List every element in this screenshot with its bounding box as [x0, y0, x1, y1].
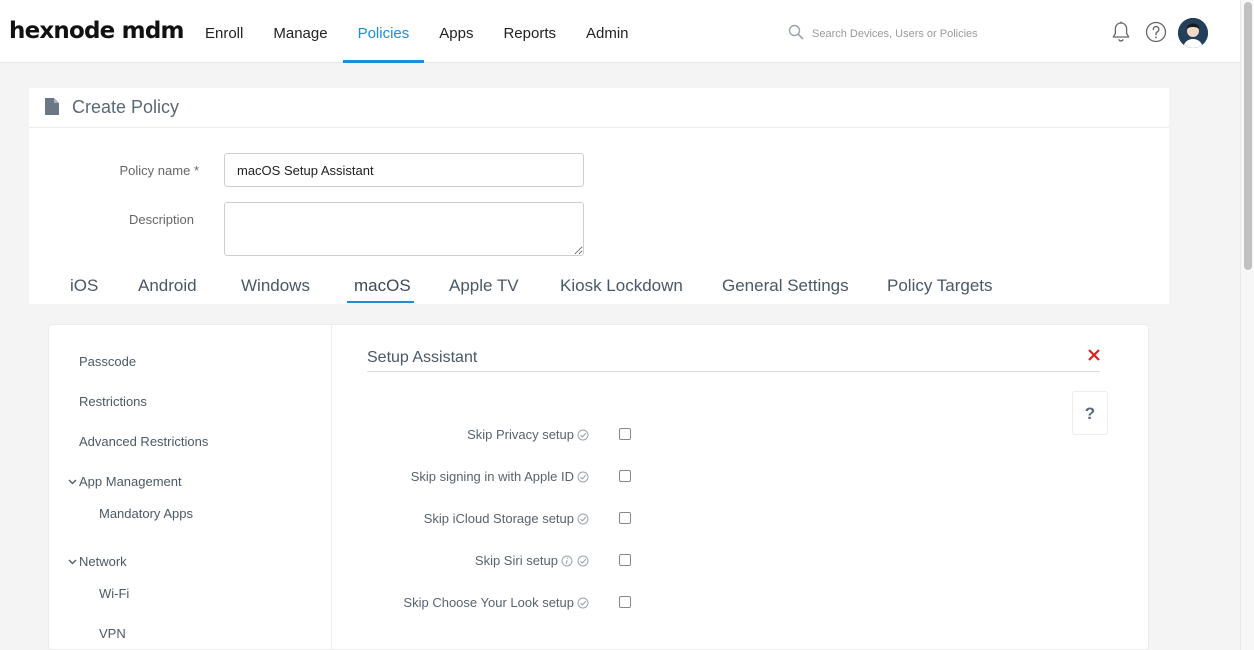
sidebar-item-advanced-restrictions[interactable]: Advanced Restrictions	[79, 434, 208, 449]
page-scrollbar[interactable]	[1240, 0, 1254, 650]
nav-enroll[interactable]: Enroll	[190, 0, 258, 63]
tab-apple-tv[interactable]: Apple TV	[449, 276, 519, 296]
user-avatar-icon[interactable]	[1178, 18, 1208, 48]
option-skip-siri: Skip Siri setup	[329, 552, 669, 572]
page-title: Create Policy	[72, 97, 180, 117]
sidebar-group-network[interactable]: Network	[68, 554, 127, 569]
option-label: Skip signing in with Apple ID	[410, 469, 574, 484]
option-label: Skip Choose Your Look setup	[403, 595, 574, 610]
option-skip-apple-id: Skip signing in with Apple ID	[329, 468, 669, 488]
search-input[interactable]	[812, 24, 1072, 44]
platform-tabs: iOS Android Windows macOS Apple TV Kiosk…	[29, 264, 1169, 304]
tab-android[interactable]: Android	[138, 276, 197, 296]
main-nav: Enroll Manage Policies Apps Reports Admi…	[190, 0, 644, 63]
skip-icloud-storage-checkbox[interactable]	[619, 512, 631, 524]
sidebar-item-passcode[interactable]: Passcode	[79, 354, 136, 369]
settings-panel: Passcode Restrictions Advanced Restricti…	[48, 324, 1149, 650]
nav-apps[interactable]: Apps	[424, 0, 488, 63]
nav-policies[interactable]: Policies	[342, 0, 425, 63]
sidebar-group-app-management[interactable]: App Management	[68, 474, 182, 489]
option-skip-icloud-storage: Skip iCloud Storage setup	[329, 510, 669, 530]
description-label: Description	[128, 212, 194, 227]
tab-general-settings[interactable]: General Settings	[722, 276, 849, 296]
policy-name-label-text: Policy name	[119, 163, 191, 178]
bell-icon[interactable]	[1109, 20, 1133, 44]
help-circle-icon[interactable]	[1144, 20, 1168, 44]
policy-name-input[interactable]	[224, 153, 584, 187]
search-icon	[788, 24, 804, 40]
sidebar-item-mandatory-apps[interactable]: Mandatory Apps	[99, 506, 193, 521]
card-header: Create Policy	[29, 88, 1169, 128]
required-mark: *	[193, 163, 199, 178]
policy-name-label: Policy name *	[29, 163, 200, 178]
tab-policy-targets[interactable]: Policy Targets	[887, 276, 993, 296]
check-circle-icon	[577, 471, 589, 483]
chevron-down-icon	[68, 479, 77, 485]
option-skip-choose-look: Skip Choose Your Look setup	[329, 594, 669, 614]
active-tab-indicator	[347, 301, 414, 303]
skip-siri-checkbox[interactable]	[619, 554, 631, 566]
sidebar-item-wifi[interactable]: Wi-Fi	[99, 586, 129, 601]
nav-manage[interactable]: Manage	[258, 0, 342, 63]
check-circle-icon	[577, 513, 589, 525]
nav-admin[interactable]: Admin	[571, 0, 644, 63]
sidebar-group-label: App Management	[79, 474, 182, 489]
check-circle-icon	[577, 429, 589, 441]
tab-macos[interactable]: macOS	[354, 276, 411, 296]
check-circle-icon	[577, 597, 589, 609]
tab-windows[interactable]: Windows	[241, 276, 310, 296]
skip-privacy-checkbox[interactable]	[619, 428, 631, 440]
section-divider	[367, 371, 1100, 372]
sidebar-item-restrictions[interactable]: Restrictions	[79, 394, 147, 409]
description-textarea[interactable]	[224, 202, 584, 256]
tab-kiosk-lockdown[interactable]: Kiosk Lockdown	[560, 276, 683, 296]
top-navbar: hexnode mdm Enroll Manage Policies Apps …	[0, 0, 1240, 63]
global-search	[786, 22, 1086, 44]
option-label: Skip iCloud Storage setup	[423, 511, 574, 526]
section-title: Setup Assistant	[367, 349, 478, 366]
scrollbar-thumb[interactable]	[1244, 2, 1252, 270]
chevron-down-icon	[68, 559, 77, 565]
help-button[interactable]: ?	[1072, 391, 1108, 435]
hexnode-logo[interactable]: hexnode mdm	[9, 18, 184, 44]
option-label: Skip Siri setup	[474, 553, 558, 568]
skip-choose-look-checkbox[interactable]	[619, 596, 631, 608]
check-circle-icon	[577, 555, 589, 567]
settings-sidebar: Passcode Restrictions Advanced Restricti…	[49, 325, 332, 650]
sidebar-group-label: Network	[79, 554, 127, 569]
option-skip-privacy: Skip Privacy setup	[329, 426, 669, 446]
info-icon[interactable]	[561, 555, 573, 567]
document-icon	[45, 98, 59, 115]
close-icon[interactable]	[1086, 347, 1102, 363]
tab-ios[interactable]: iOS	[70, 276, 98, 296]
sidebar-item-vpn[interactable]: VPN	[99, 626, 126, 641]
skip-apple-id-checkbox[interactable]	[619, 470, 631, 482]
nav-reports[interactable]: Reports	[488, 0, 571, 63]
option-label: Skip Privacy setup	[467, 427, 574, 442]
